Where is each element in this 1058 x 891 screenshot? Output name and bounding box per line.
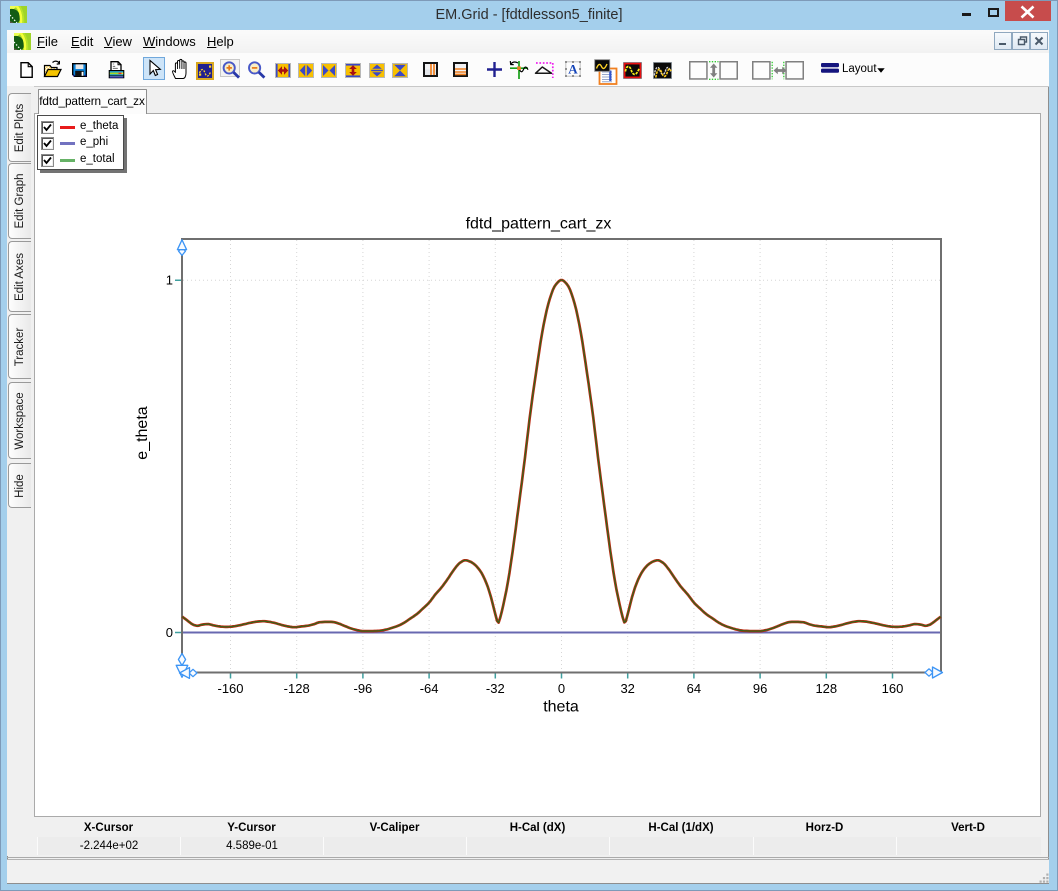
svg-text:128: 128 — [815, 681, 837, 696]
svg-text:160: 160 — [882, 681, 904, 696]
svg-text:-96: -96 — [354, 681, 373, 696]
svg-text:96: 96 — [753, 681, 767, 696]
svg-text:64: 64 — [687, 681, 701, 696]
svg-text:0: 0 — [166, 625, 173, 640]
svg-text:-128: -128 — [284, 681, 310, 696]
svg-text:A: A — [569, 62, 579, 77]
svg-text:32: 32 — [620, 681, 634, 696]
svg-text:-64: -64 — [420, 681, 439, 696]
svg-text:-160: -160 — [217, 681, 243, 696]
svg-text:theta: theta — [543, 699, 579, 716]
svg-text:0: 0 — [558, 681, 565, 696]
svg-text:-32: -32 — [486, 681, 505, 696]
svg-text:e_theta: e_theta — [134, 406, 151, 459]
svg-text:fdtd_pattern_cart_zx: fdtd_pattern_cart_zx — [466, 216, 612, 233]
svg-text:1: 1 — [166, 273, 173, 288]
